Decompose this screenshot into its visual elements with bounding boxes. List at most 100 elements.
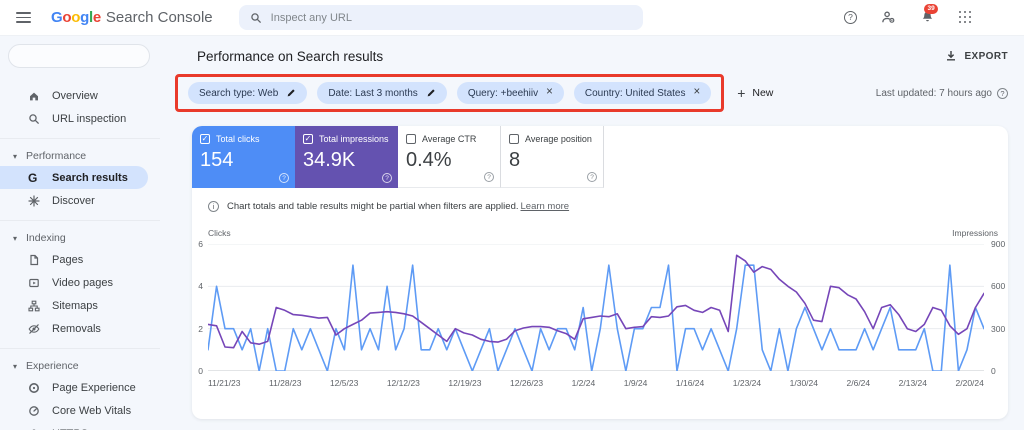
help-icon[interactable]: ? bbox=[279, 173, 289, 183]
file-icon bbox=[28, 254, 41, 266]
learn-more-link[interactable]: Learn more bbox=[521, 201, 570, 212]
google-g-icon: G bbox=[28, 170, 38, 185]
sidebar-item-label: Overview bbox=[52, 89, 98, 102]
y-axis-tick-left: 2 bbox=[198, 323, 203, 334]
filter-chip-query[interactable]: Query: +beehiiv × bbox=[456, 82, 564, 104]
partial-data-notice: i Chart totals and table results might b… bbox=[192, 188, 1008, 212]
sidebar-item-label: Video pages bbox=[52, 276, 113, 289]
export-button[interactable]: EXPORT bbox=[945, 50, 1008, 62]
x-axis-tick: 11/21/23 bbox=[208, 378, 241, 388]
help-icon[interactable]: ? bbox=[587, 172, 597, 182]
y-axis-tick-left: 4 bbox=[198, 281, 203, 292]
sidebar-item-https[interactable]: HTTPS bbox=[0, 422, 160, 430]
product-name: Search Console bbox=[105, 9, 213, 26]
video-icon bbox=[28, 277, 41, 289]
x-axis-tick: 12/12/23 bbox=[386, 378, 420, 388]
metric-tile-average-position[interactable]: Average position 8 ? bbox=[501, 126, 604, 188]
filter-bar: Search type: Web Date: Last 3 months Que… bbox=[175, 74, 1008, 112]
help-icon[interactable]: ? bbox=[382, 173, 392, 183]
chevron-down-icon: ▾ bbox=[13, 233, 18, 243]
top-app-bar: Google Search Console Inspect any URL ? … bbox=[0, 0, 1024, 36]
x-axis-tick: 1/30/24 bbox=[789, 378, 818, 388]
divider bbox=[0, 138, 160, 139]
pencil-icon[interactable] bbox=[286, 88, 296, 98]
sidebar-item-label: Discover bbox=[52, 194, 95, 207]
sidebar-item-pages[interactable]: Pages bbox=[0, 248, 160, 271]
app-logo[interactable]: Google Search Console bbox=[51, 9, 213, 26]
main-content: Performance on Search results EXPORT Sea… bbox=[160, 36, 1024, 430]
sidebar-item-page-experience[interactable]: Page Experience bbox=[0, 376, 160, 399]
performance-chart: Clicks Impressions 6 4 2 0 900 600 300 0 11/21/… bbox=[198, 228, 1005, 388]
sparkle-icon bbox=[28, 194, 41, 207]
y-axis-tick-left: 6 bbox=[198, 238, 203, 249]
property-selector[interactable] bbox=[8, 44, 150, 68]
sidebar-item-label: Sitemaps bbox=[52, 299, 98, 312]
info-icon: i bbox=[208, 201, 219, 212]
hamburger-menu-icon[interactable] bbox=[16, 12, 31, 23]
checkbox-checked-icon[interactable]: ✓ bbox=[303, 134, 313, 144]
help-icon[interactable]: ? bbox=[484, 172, 494, 182]
sidebar-item-label: Page Experience bbox=[52, 381, 136, 394]
x-axis-tick: 1/2/24 bbox=[571, 378, 596, 388]
sidebar-item-search-results[interactable]: G Search results bbox=[0, 166, 148, 189]
metric-value: 8 bbox=[509, 149, 521, 171]
home-icon bbox=[28, 90, 41, 102]
info-icon[interactable]: ? bbox=[997, 87, 1008, 99]
chevron-down-icon: ▾ bbox=[13, 151, 18, 161]
metric-value: 34.9K bbox=[303, 149, 356, 171]
section-label: Indexing bbox=[26, 232, 66, 244]
chart-plot-area[interactable]: 6 4 2 0 900 600 300 0 bbox=[198, 240, 1005, 375]
section-label: Performance bbox=[26, 150, 87, 162]
metric-value: 154 bbox=[200, 149, 234, 171]
close-icon[interactable]: × bbox=[693, 87, 700, 99]
sidebar-item-video-pages[interactable]: Video pages bbox=[0, 271, 160, 294]
sidebar-section-indexing[interactable]: ▾ Indexing bbox=[0, 228, 160, 248]
google-logo: Google bbox=[51, 9, 101, 26]
x-axis-tick: 12/19/23 bbox=[448, 378, 482, 388]
divider bbox=[0, 220, 160, 221]
circle-dot-icon bbox=[28, 382, 41, 394]
x-axis-tick: 1/9/24 bbox=[623, 378, 648, 388]
sidebar-item-core-web-vitals[interactable]: Core Web Vitals bbox=[0, 399, 160, 422]
sidebar-section-performance[interactable]: ▾ Performance bbox=[0, 146, 160, 166]
sidebar-item-label: Search results bbox=[52, 171, 128, 184]
metric-value: 0.4% bbox=[406, 149, 452, 171]
y-axis-tick-right: 600 bbox=[991, 281, 1006, 292]
help-icon[interactable]: ? bbox=[844, 11, 857, 24]
user-settings-icon[interactable] bbox=[881, 10, 896, 25]
notification-count-badge: 39 bbox=[924, 4, 939, 14]
metric-tile-total-clicks[interactable]: ✓ Total clicks 154 ? bbox=[192, 126, 295, 188]
filter-chip-date[interactable]: Date: Last 3 months bbox=[317, 82, 447, 104]
close-icon[interactable]: × bbox=[546, 87, 553, 99]
sidebar-item-discover[interactable]: Discover bbox=[0, 189, 160, 212]
y-axis-tick-left: 0 bbox=[198, 365, 203, 376]
sidebar-item-label: Removals bbox=[52, 322, 101, 335]
filter-chip-search-type[interactable]: Search type: Web bbox=[188, 82, 308, 104]
url-inspect-input[interactable]: Inspect any URL bbox=[238, 5, 643, 30]
checkbox-unchecked-icon[interactable] bbox=[406, 134, 416, 144]
left-axis-title: Clicks bbox=[208, 228, 231, 238]
x-axis-tick: 2/13/24 bbox=[898, 378, 928, 388]
sidebar-item-removals[interactable]: Removals bbox=[0, 317, 160, 340]
new-filter-button[interactable]: + New bbox=[737, 86, 773, 100]
download-icon bbox=[947, 51, 956, 61]
checkbox-checked-icon[interactable]: ✓ bbox=[200, 134, 210, 144]
apps-grid-icon[interactable] bbox=[959, 11, 972, 24]
metric-tile-total-impressions[interactable]: ✓ Total impressions 34.9K ? bbox=[295, 126, 398, 188]
sidebar-section-experience[interactable]: ▾ Experience bbox=[0, 356, 160, 376]
notifications-bell-icon[interactable]: 39 bbox=[920, 4, 939, 25]
divider bbox=[0, 348, 160, 349]
search-placeholder: Inspect any URL bbox=[270, 11, 352, 24]
sidebar-item-overview[interactable]: Overview bbox=[0, 84, 160, 107]
pencil-icon[interactable] bbox=[426, 88, 436, 98]
plus-icon: + bbox=[737, 85, 746, 101]
eye-off-icon bbox=[28, 323, 41, 335]
sidebar-item-sitemaps[interactable]: Sitemaps bbox=[0, 294, 160, 317]
metric-tile-average-ctr[interactable]: Average CTR 0.4% ? bbox=[398, 126, 501, 188]
filter-chip-country[interactable]: Country: United States × bbox=[573, 82, 712, 104]
chart-canvas bbox=[208, 244, 984, 371]
sidebar-item-url-inspection[interactable]: URL inspection bbox=[0, 107, 160, 130]
checkbox-unchecked-icon[interactable] bbox=[509, 134, 519, 144]
right-axis-title: Impressions bbox=[952, 228, 998, 238]
sidebar-item-label: Pages bbox=[52, 253, 84, 266]
